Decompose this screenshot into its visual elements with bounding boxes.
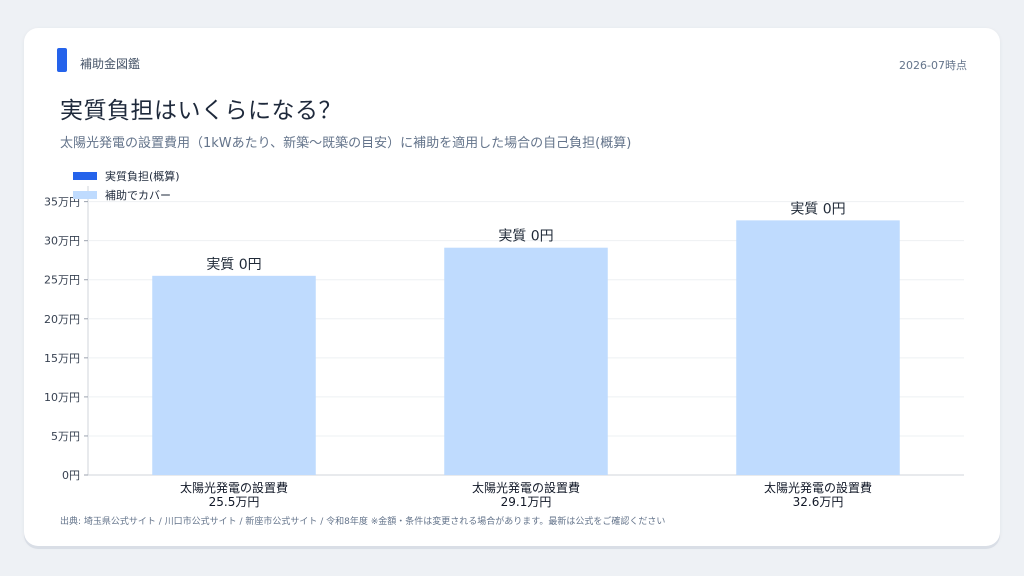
x-tick-label: 29.1万円 xyxy=(501,495,552,509)
bar-value-label: 実質 0円 xyxy=(790,201,845,217)
chart-legend: 実質負担(概算) 補助でカバー xyxy=(73,166,180,204)
x-tick-label: 太陽光発電の設置費 xyxy=(180,480,288,495)
y-tick-label: 5万円 xyxy=(51,430,80,443)
legend-item-covered: 補助でカバー xyxy=(73,185,180,204)
x-tick-label: 25.5万円 xyxy=(209,495,260,509)
x-tick-label: 32.6万円 xyxy=(793,495,844,509)
legend-label-covered: 補助でカバー xyxy=(105,188,171,202)
bar-chart: 0円5万円10万円15万円20万円25万円30万円35万円実質 0円太陽光発電の… xyxy=(44,186,964,509)
legend-label-burden: 実質負担(概算) xyxy=(105,169,180,183)
legend-item-burden: 実質負担(概算) xyxy=(73,166,180,185)
y-tick-label: 30万円 xyxy=(44,235,80,248)
y-tick-label: 10万円 xyxy=(44,391,80,404)
x-tick-label: 太陽光発電の設置費 xyxy=(764,480,872,495)
bar-value-label: 実質 0円 xyxy=(206,257,261,273)
legend-swatch-burden xyxy=(73,171,97,180)
bar-covered xyxy=(152,275,316,475)
y-tick-label: 0円 xyxy=(62,469,80,482)
legend-swatch-covered xyxy=(73,190,97,199)
x-tick-label: 太陽光発電の設置費 xyxy=(472,480,580,495)
bar-covered xyxy=(444,247,608,475)
y-tick-label: 15万円 xyxy=(44,352,80,365)
y-tick-label: 25万円 xyxy=(44,274,80,287)
y-tick-label: 20万円 xyxy=(44,313,80,326)
bar-covered xyxy=(736,220,900,475)
bar-value-label: 実質 0円 xyxy=(498,229,553,245)
